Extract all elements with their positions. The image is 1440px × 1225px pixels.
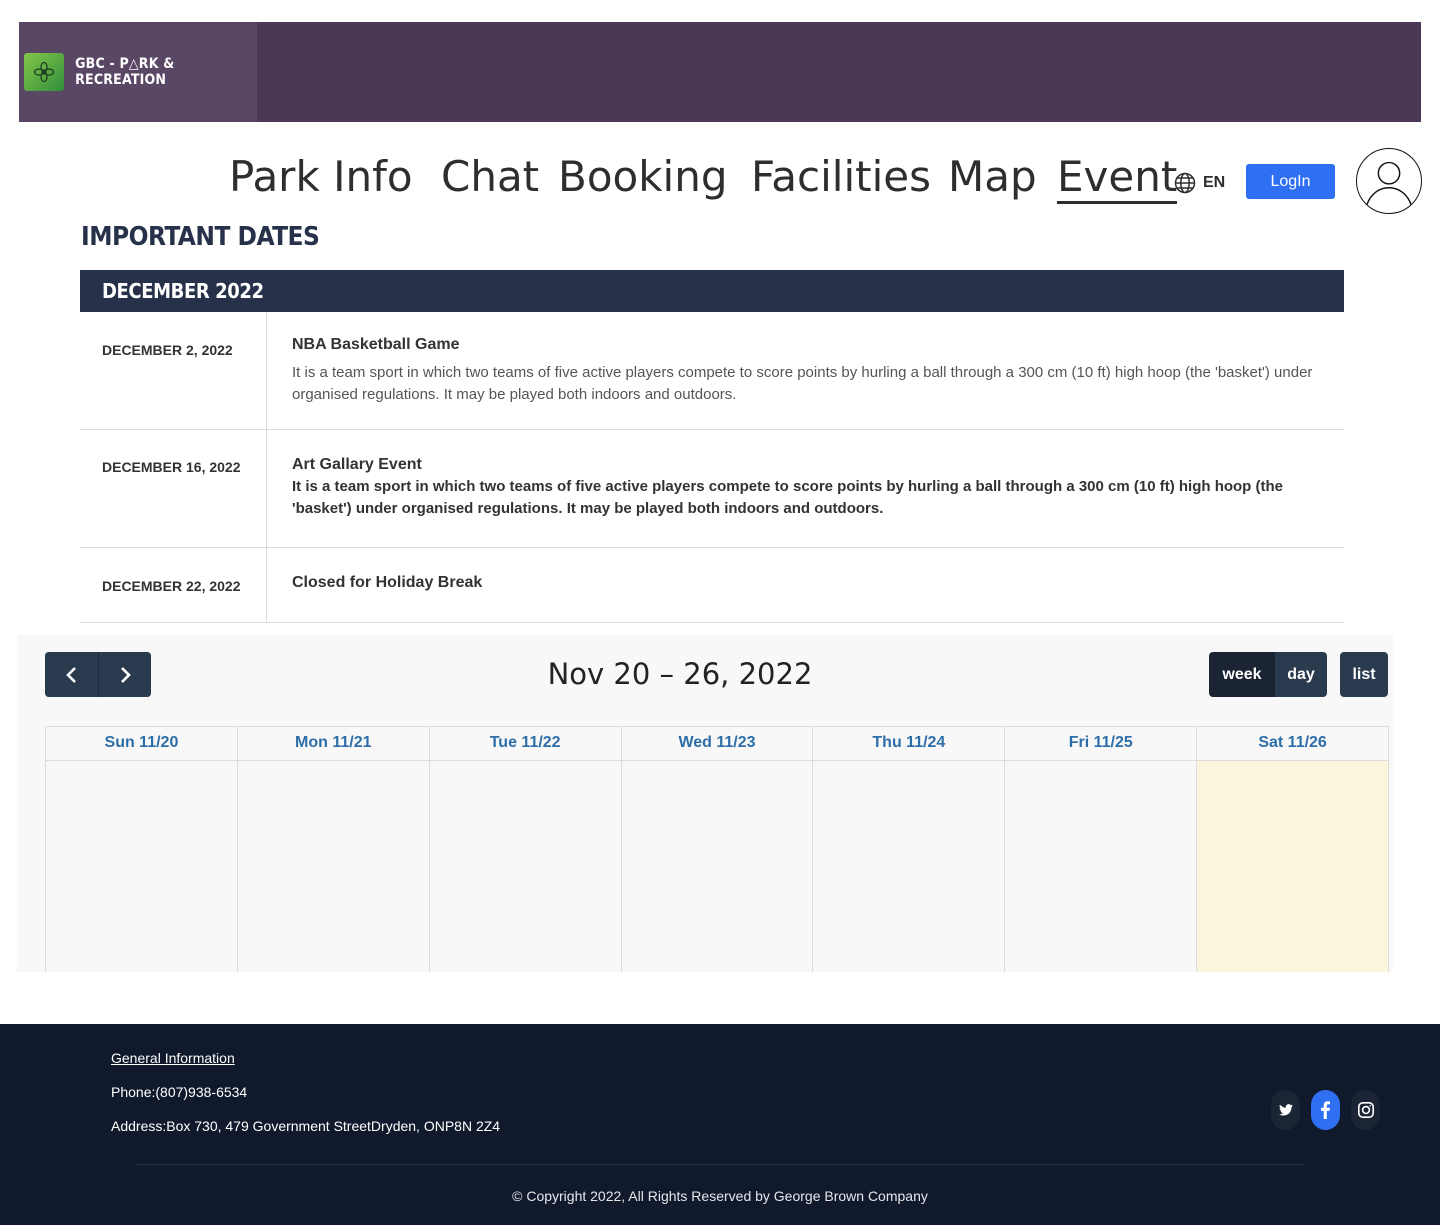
footer-divider [135, 1164, 1305, 1165]
day-header[interactable]: Mon 11/21 [237, 727, 429, 761]
top-banner: GBC - P△RK & RECREATION [19, 22, 1421, 122]
month-header: DECEMBER 2022 [80, 270, 1344, 312]
day-cell[interactable] [622, 761, 813, 972]
nav-item-chat[interactable]: Chat [441, 152, 539, 201]
week-grid: Sun 11/20 Mon 11/21 Tue 11/22 Wed 11/23 … [45, 726, 1390, 972]
nav-item-map[interactable]: Map [948, 152, 1037, 201]
day-column: Wed 11/23 [621, 727, 814, 972]
day-cell-today[interactable] [1197, 761, 1389, 972]
event-title: Art Gallary Event [292, 456, 422, 473]
event-row: DECEMBER 22, 2022 Closed for Holiday Bre… [80, 548, 1344, 623]
day-header[interactable]: Wed 11/23 [621, 727, 813, 761]
day-column: Mon 11/21 [237, 727, 430, 972]
day-column: Tue 11/22 [429, 727, 622, 972]
globe-icon [1174, 172, 1196, 194]
nav-item-park-info[interactable]: Park Info [229, 152, 413, 201]
footer: General Information Phone:(807)938-6534 … [0, 1024, 1440, 1225]
day-cell[interactable] [430, 761, 621, 972]
event-description: It is a team sport in which two teams of… [292, 478, 1284, 517]
day-view-button[interactable]: day [1275, 652, 1327, 697]
day-header[interactable]: Tue 11/22 [429, 727, 621, 761]
main-nav: Park Info Chat Booking Facilities Map Ev… [0, 146, 1440, 216]
general-information-link[interactable]: General Information [111, 1050, 235, 1066]
facebook-icon[interactable] [1311, 1090, 1340, 1130]
calendar-title: Nov 20 – 26, 2022 [547, 657, 813, 691]
language-selector[interactable]: EN [1174, 172, 1225, 194]
day-cell[interactable] [46, 761, 237, 972]
instagram-icon[interactable] [1351, 1090, 1380, 1130]
brand[interactable]: GBC - P△RK & RECREATION [19, 22, 257, 122]
footer-phone: Phone:(807)938-6534 [111, 1084, 248, 1100]
user-icon[interactable] [1356, 148, 1422, 214]
day-cell[interactable] [238, 761, 429, 972]
day-header[interactable]: Sun 11/20 [46, 727, 237, 761]
day-header[interactable]: Sat 11/26 [1197, 727, 1389, 761]
twitter-icon[interactable] [1271, 1090, 1300, 1130]
language-label: EN [1203, 174, 1226, 191]
event-date: DECEMBER 16, 2022 [80, 430, 267, 547]
list-view-button[interactable]: list [1340, 652, 1388, 697]
day-header[interactable]: Fri 11/25 [1005, 727, 1197, 761]
day-column: Thu 11/24 [813, 727, 1006, 972]
event-row: DECEMBER 2, 2022 NBA Basketball Game It … [80, 312, 1344, 430]
day-column: Fri 11/25 [1005, 727, 1198, 972]
event-title: NBA Basketball Game [292, 336, 460, 353]
copyright: © Copyright 2022, All Rights Reserved by… [512, 1188, 928, 1204]
events-list: DECEMBER 2, 2022 NBA Basketball Game It … [80, 312, 1344, 623]
event-description: It is a team sport in which two teams of… [292, 364, 1313, 403]
day-cell[interactable] [1005, 761, 1196, 972]
brand-name: GBC - P△RK & RECREATION [75, 56, 175, 88]
week-view-button[interactable]: week [1209, 652, 1275, 697]
event-title: Closed for Holiday Break [292, 574, 483, 591]
day-cell[interactable] [813, 761, 1004, 972]
login-button[interactable]: LogIn [1246, 164, 1335, 199]
event-date: DECEMBER 2, 2022 [80, 312, 267, 429]
calendar: Nov 20 – 26, 2022 week day list Sun 11/2… [17, 635, 1393, 972]
event-date: DECEMBER 22, 2022 [80, 548, 267, 622]
day-column-today: Sat 11/26 [1197, 727, 1390, 972]
footer-address: Address:Box 730, 479 Government StreetDr… [111, 1118, 501, 1134]
nav-item-event[interactable]: Event [1057, 152, 1178, 204]
nav-item-booking[interactable]: Booking [558, 152, 727, 201]
flower-icon [24, 53, 65, 91]
view-toggle: week day [1209, 652, 1327, 697]
day-column: Sun 11/20 [46, 727, 238, 972]
day-header[interactable]: Thu 11/24 [813, 727, 1005, 761]
nav-item-facilities[interactable]: Facilities [751, 152, 931, 201]
important-dates-heading: IMPORTANT DATES [81, 222, 320, 252]
event-row: DECEMBER 16, 2022 Art Gallary Event It i… [80, 430, 1344, 548]
